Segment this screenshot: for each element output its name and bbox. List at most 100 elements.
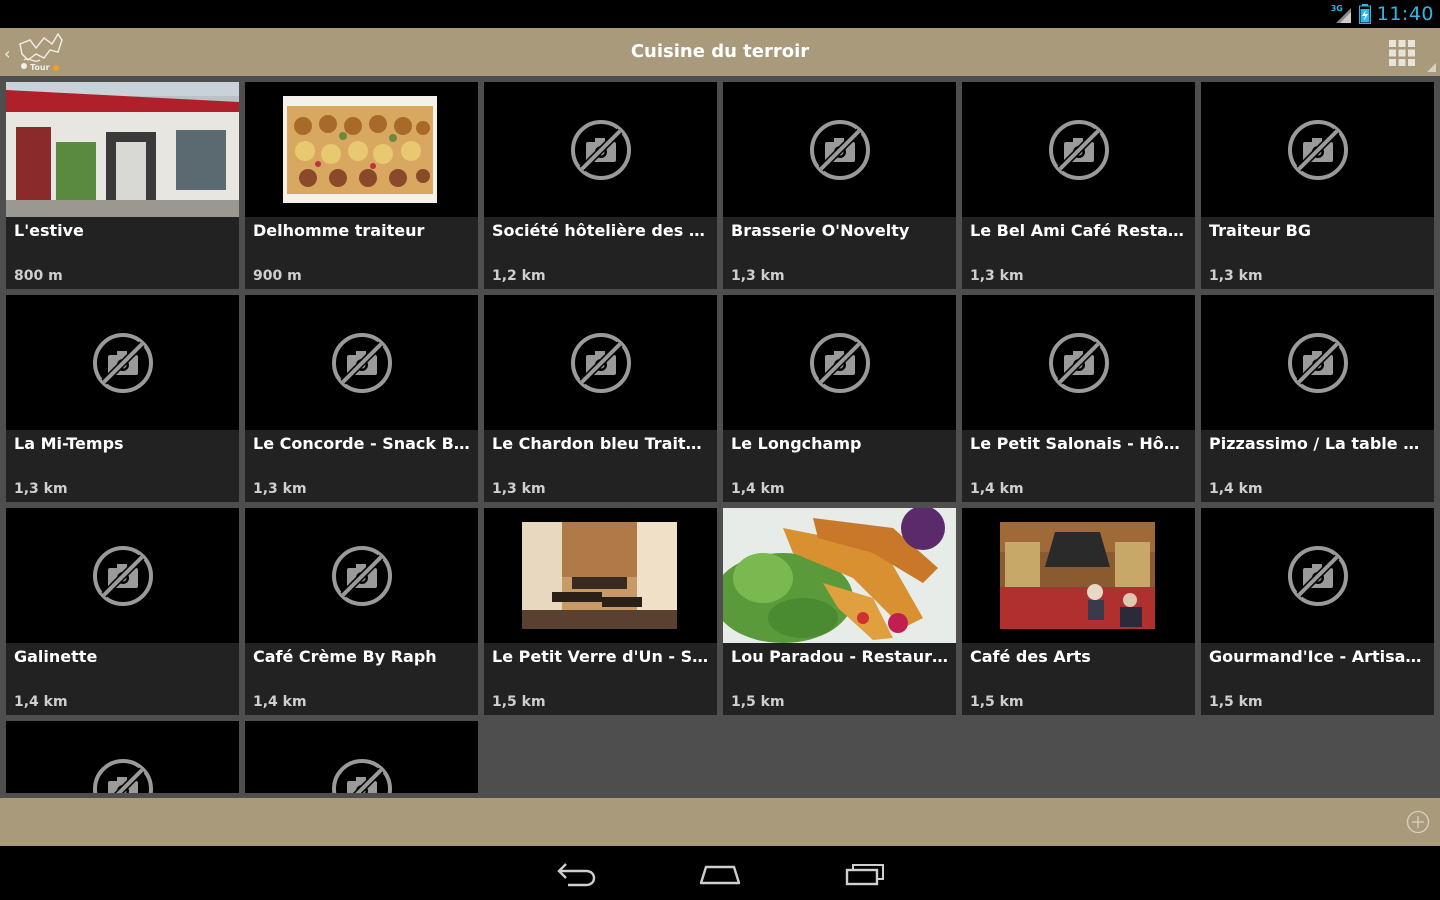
place-thumbnail (962, 82, 1195, 217)
place-distance: 1,3 km (1209, 268, 1263, 284)
place-thumbnail (6, 295, 239, 430)
bottom-bar (0, 798, 1440, 846)
place-thumbnail (484, 508, 717, 643)
signal-icon: 3G (1331, 4, 1353, 24)
place-thumbnail (6, 508, 239, 643)
no-image-icon (332, 759, 392, 793)
place-thumbnail (723, 295, 956, 430)
nav-recents-icon[interactable] (843, 858, 887, 888)
status-icons: 3G 11:40 (1331, 3, 1434, 25)
pastries-photo (283, 96, 437, 203)
add-circle-icon[interactable] (1406, 810, 1430, 834)
place-card[interactable]: Café Crème By Raph 1,4 km (245, 508, 478, 715)
nav-back-icon[interactable] (554, 858, 598, 888)
no-image-icon (571, 333, 631, 393)
grid-view-icon[interactable] (1388, 39, 1416, 67)
no-image-icon (93, 333, 153, 393)
battery-icon (1358, 4, 1371, 24)
place-name: Le Chardon bleu Traiteur (492, 434, 709, 453)
no-image-icon (1288, 546, 1348, 606)
place-card[interactable]: Pizzassimo / La table d'O... 1,4 km (1201, 295, 1434, 502)
dish-photo (723, 508, 956, 643)
place-name: Traiteur BG (1209, 221, 1312, 240)
place-distance: 1,3 km (253, 481, 307, 497)
place-thumbnail (723, 508, 956, 643)
places-grid-area[interactable]: L'estive 800 m Delhomme traiteur 900 m Socié… (0, 76, 1440, 798)
place-name: Le Petit Verre d'Un - Spéc... (492, 647, 709, 666)
place-distance: 1,5 km (492, 694, 546, 710)
place-distance: 1,4 km (1209, 481, 1263, 497)
place-distance: 1,4 km (731, 481, 785, 497)
no-image-icon (1288, 120, 1348, 180)
place-card[interactable]: La Mi-Temps 1,3 km (6, 295, 239, 502)
place-thumbnail (1201, 508, 1434, 643)
place-name: Pizzassimo / La table d'O... (1209, 434, 1426, 453)
no-image-icon (1049, 333, 1109, 393)
no-image-icon (1288, 333, 1348, 393)
place-distance: 1,5 km (1209, 694, 1263, 710)
place-distance: 1,3 km (14, 481, 68, 497)
clock: 11:40 (1376, 3, 1434, 25)
place-thumbnail (484, 82, 717, 217)
place-distance: 1,3 km (492, 481, 546, 497)
no-image-icon (1049, 120, 1109, 180)
place-card[interactable]: Galinette 1,4 km (6, 508, 239, 715)
place-thumbnail (962, 295, 1195, 430)
place-thumbnail (6, 721, 239, 793)
place-card[interactable]: Société hôtelière des vian... 1,2 km (484, 82, 717, 289)
place-thumbnail (6, 82, 239, 217)
navigation-bar (0, 846, 1440, 900)
place-distance: 900 m (253, 268, 302, 284)
places-grid: L'estive 800 m Delhomme traiteur 900 m Socié… (6, 82, 1434, 793)
place-card[interactable]: Le Chardon bleu Traiteur 1,3 km (484, 295, 717, 502)
place-name: La Mi-Temps (14, 434, 124, 453)
place-distance: 1,5 km (970, 694, 1024, 710)
overflow-corner (1427, 63, 1436, 72)
place-card[interactable]: Delhomme traiteur 900 m (245, 82, 478, 289)
nav-home-icon[interactable] (698, 858, 742, 888)
place-distance: 1,4 km (253, 694, 307, 710)
place-name: Le Longchamp (731, 434, 862, 453)
place-thumbnail (245, 295, 478, 430)
place-card[interactable]: Le Petit Salonais - Hôtel-... 1,4 km (962, 295, 1195, 502)
no-image-icon (332, 333, 392, 393)
place-name: Le Concorde - Snack Bar (253, 434, 470, 453)
place-name: Galinette (14, 647, 98, 666)
place-name: Brasserie O'Novelty (731, 221, 910, 240)
place-thumbnail (723, 82, 956, 217)
place-name: Le Petit Salonais - Hôtel-... (970, 434, 1187, 453)
place-card[interactable]: Le Bel Ami Café Restaurant 1,3 km (962, 82, 1195, 289)
place-distance: 1,4 km (970, 481, 1024, 497)
place-card[interactable]: Le Concorde - Snack Bar 1,3 km (245, 295, 478, 502)
place-thumbnail (245, 508, 478, 643)
place-thumbnail (1201, 295, 1434, 430)
place-name: Delhomme traiteur (253, 221, 425, 240)
no-image-icon (93, 759, 153, 793)
place-card[interactable]: Traiteur BG 1,3 km (1201, 82, 1434, 289)
place-distance: 1,5 km (731, 694, 785, 710)
place-card[interactable]: Le Petit Verre d'Un - Spéc... 1,5 km (484, 508, 717, 715)
place-card[interactable]: L'estive 800 m (6, 82, 239, 289)
dining-room-photo (522, 522, 677, 629)
place-name: Café Crème By Raph (253, 647, 437, 666)
place-name: Café des Arts (970, 647, 1091, 666)
place-name: Gourmand'Ice - Artisan Gl... (1209, 647, 1426, 666)
place-distance: 1,2 km (492, 268, 546, 284)
place-card[interactable]: Le Longchamp 1,4 km (723, 295, 956, 502)
place-card[interactable]: Gourmand'Ice - Artisan Gl... 1,5 km (1201, 508, 1434, 715)
place-thumbnail (1201, 82, 1434, 217)
storefront-photo (6, 82, 239, 217)
status-bar: 3G 11:40 (0, 0, 1440, 28)
place-thumbnail (484, 295, 717, 430)
place-card-partial[interactable] (245, 721, 478, 793)
place-card[interactable]: Brasserie O'Novelty 1,3 km (723, 82, 956, 289)
place-distance: 1,3 km (731, 268, 785, 284)
place-card[interactable]: Lou Paradou - Restaurant... 1,5 km (723, 508, 956, 715)
place-name: Le Bel Ami Café Restaurant (970, 221, 1187, 240)
place-card[interactable]: Café des Arts 1,5 km (962, 508, 1195, 715)
place-card-partial[interactable] (6, 721, 239, 793)
place-name: Lou Paradou - Restaurant... (731, 647, 948, 666)
no-image-icon (810, 120, 870, 180)
place-thumbnail (245, 721, 478, 793)
place-name: L'estive (14, 221, 84, 240)
